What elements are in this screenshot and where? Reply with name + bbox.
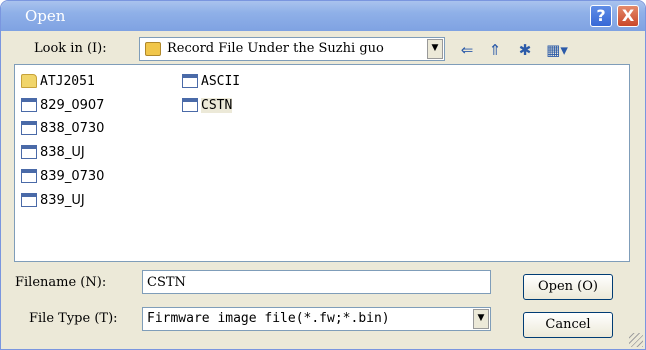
new-folder-icon[interactable]: ✱: [515, 40, 535, 60]
open-button[interactable]: Open (O): [523, 274, 613, 300]
folder-icon: [21, 74, 37, 88]
chevron-down-icon[interactable]: ▼: [473, 309, 489, 329]
folder-icon: [145, 42, 161, 56]
filetype-label: File Type (T):: [29, 311, 118, 326]
file-icon: [21, 145, 37, 159]
list-item[interactable]: 838_0730: [21, 118, 104, 138]
file-icon: [21, 193, 37, 207]
file-icon: [21, 98, 37, 112]
file-icon: [21, 121, 37, 135]
title-bar[interactable]: Open ? X: [1, 1, 645, 31]
resize-grip-icon[interactable]: [629, 333, 643, 347]
file-icon: [21, 169, 37, 183]
list-item[interactable]: ASCII: [182, 71, 240, 91]
filename-label: Filename (N):: [15, 275, 107, 290]
list-item[interactable]: 829_0907: [21, 95, 104, 115]
lookin-label: Look in (I):: [34, 41, 107, 56]
lookin-value: Record File Under the Suzhi guo: [167, 41, 384, 56]
up-folder-icon[interactable]: ⇑: [485, 40, 505, 60]
list-item[interactable]: 838_UJ: [21, 142, 85, 162]
filetype-value: Firmware image file(*.fw;*.bin): [147, 311, 390, 326]
chevron-down-icon[interactable]: ▼: [427, 39, 443, 59]
filetype-select[interactable]: Firmware image file(*.fw;*.bin) ▼: [142, 307, 491, 331]
close-button[interactable]: X: [617, 5, 639, 27]
list-item[interactable]: ATJ2051: [21, 71, 95, 91]
back-icon[interactable]: ⇐: [457, 40, 477, 60]
lookin-select[interactable]: Record File Under the Suzhi guo ▼: [139, 37, 445, 61]
help-button[interactable]: ?: [590, 5, 612, 27]
dialog-title: Open: [25, 7, 66, 25]
open-dialog: Open ? X Look in (I): Record File Under …: [0, 0, 646, 350]
file-list[interactable]: ATJ2051 829_0907 838_0730 838_UJ 839_073…: [14, 64, 630, 262]
cancel-button[interactable]: Cancel: [523, 312, 613, 338]
view-menu-icon[interactable]: ▦▾: [542, 40, 572, 60]
list-item[interactable]: 839_UJ: [21, 190, 85, 210]
filename-input[interactable]: [142, 270, 491, 294]
file-icon: [182, 74, 198, 88]
list-item[interactable]: 839_0730: [21, 166, 104, 186]
file-icon: [182, 98, 198, 112]
list-item-selected[interactable]: CSTN: [182, 95, 233, 115]
